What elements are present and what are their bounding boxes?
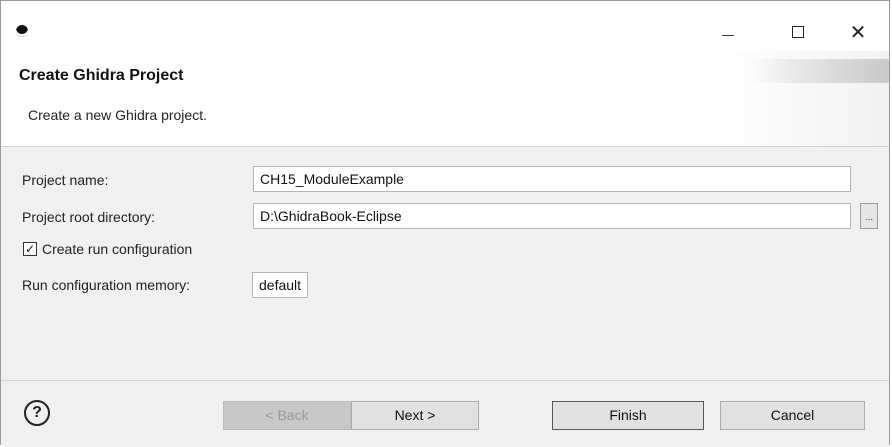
help-icon[interactable]: ?: [24, 400, 50, 426]
project-name-label: Project name:: [22, 172, 109, 188]
finish-button[interactable]: Finish: [552, 401, 704, 430]
run-config-checkbox[interactable]: ✓: [23, 242, 37, 256]
close-button[interactable]: ✕: [835, 15, 881, 49]
root-directory-label: Project root directory:: [22, 209, 156, 225]
next-button[interactable]: Next >: [351, 401, 479, 430]
maximize-icon: [792, 26, 804, 38]
page-title: Create Ghidra Project: [19, 67, 184, 84]
project-form: Project name: Project root directory: ..…: [1, 147, 889, 379]
eclipse-icon: [16, 25, 28, 37]
wizard-header: Create Ghidra Project Create a new Ghidr…: [1, 51, 889, 147]
button-bar: ? < Back Next > Finish Cancel: [1, 380, 889, 447]
back-button[interactable]: < Back: [223, 401, 351, 430]
minimize-icon: [722, 34, 734, 36]
minimize-button[interactable]: [705, 15, 751, 49]
page-description: Create a new Ghidra project.: [28, 107, 207, 123]
browse-directory-button[interactable]: ...: [860, 203, 878, 229]
create-project-dialog: ✕ Create Ghidra Project Create a new Ghi…: [0, 0, 890, 447]
header-banner-image: [749, 59, 889, 83]
root-directory-input[interactable]: [253, 203, 851, 229]
title-bar: ✕: [1, 1, 889, 51]
memory-label: Run configuration memory:: [22, 277, 191, 293]
project-name-input[interactable]: [253, 166, 851, 192]
maximize-button[interactable]: [775, 15, 821, 49]
cancel-button[interactable]: Cancel: [720, 401, 865, 430]
memory-field[interactable]: default: [252, 272, 309, 298]
run-config-label[interactable]: Create run configuration: [42, 241, 192, 257]
